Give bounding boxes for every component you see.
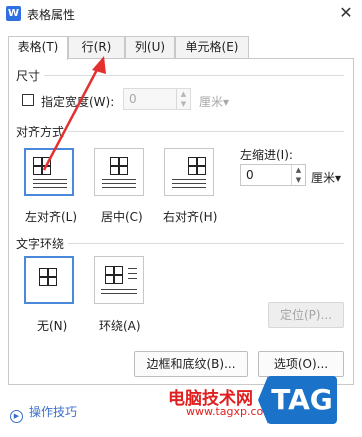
tab-table[interactable]: 表格(T)	[8, 36, 68, 60]
annotation-arrow-icon	[42, 56, 106, 171]
